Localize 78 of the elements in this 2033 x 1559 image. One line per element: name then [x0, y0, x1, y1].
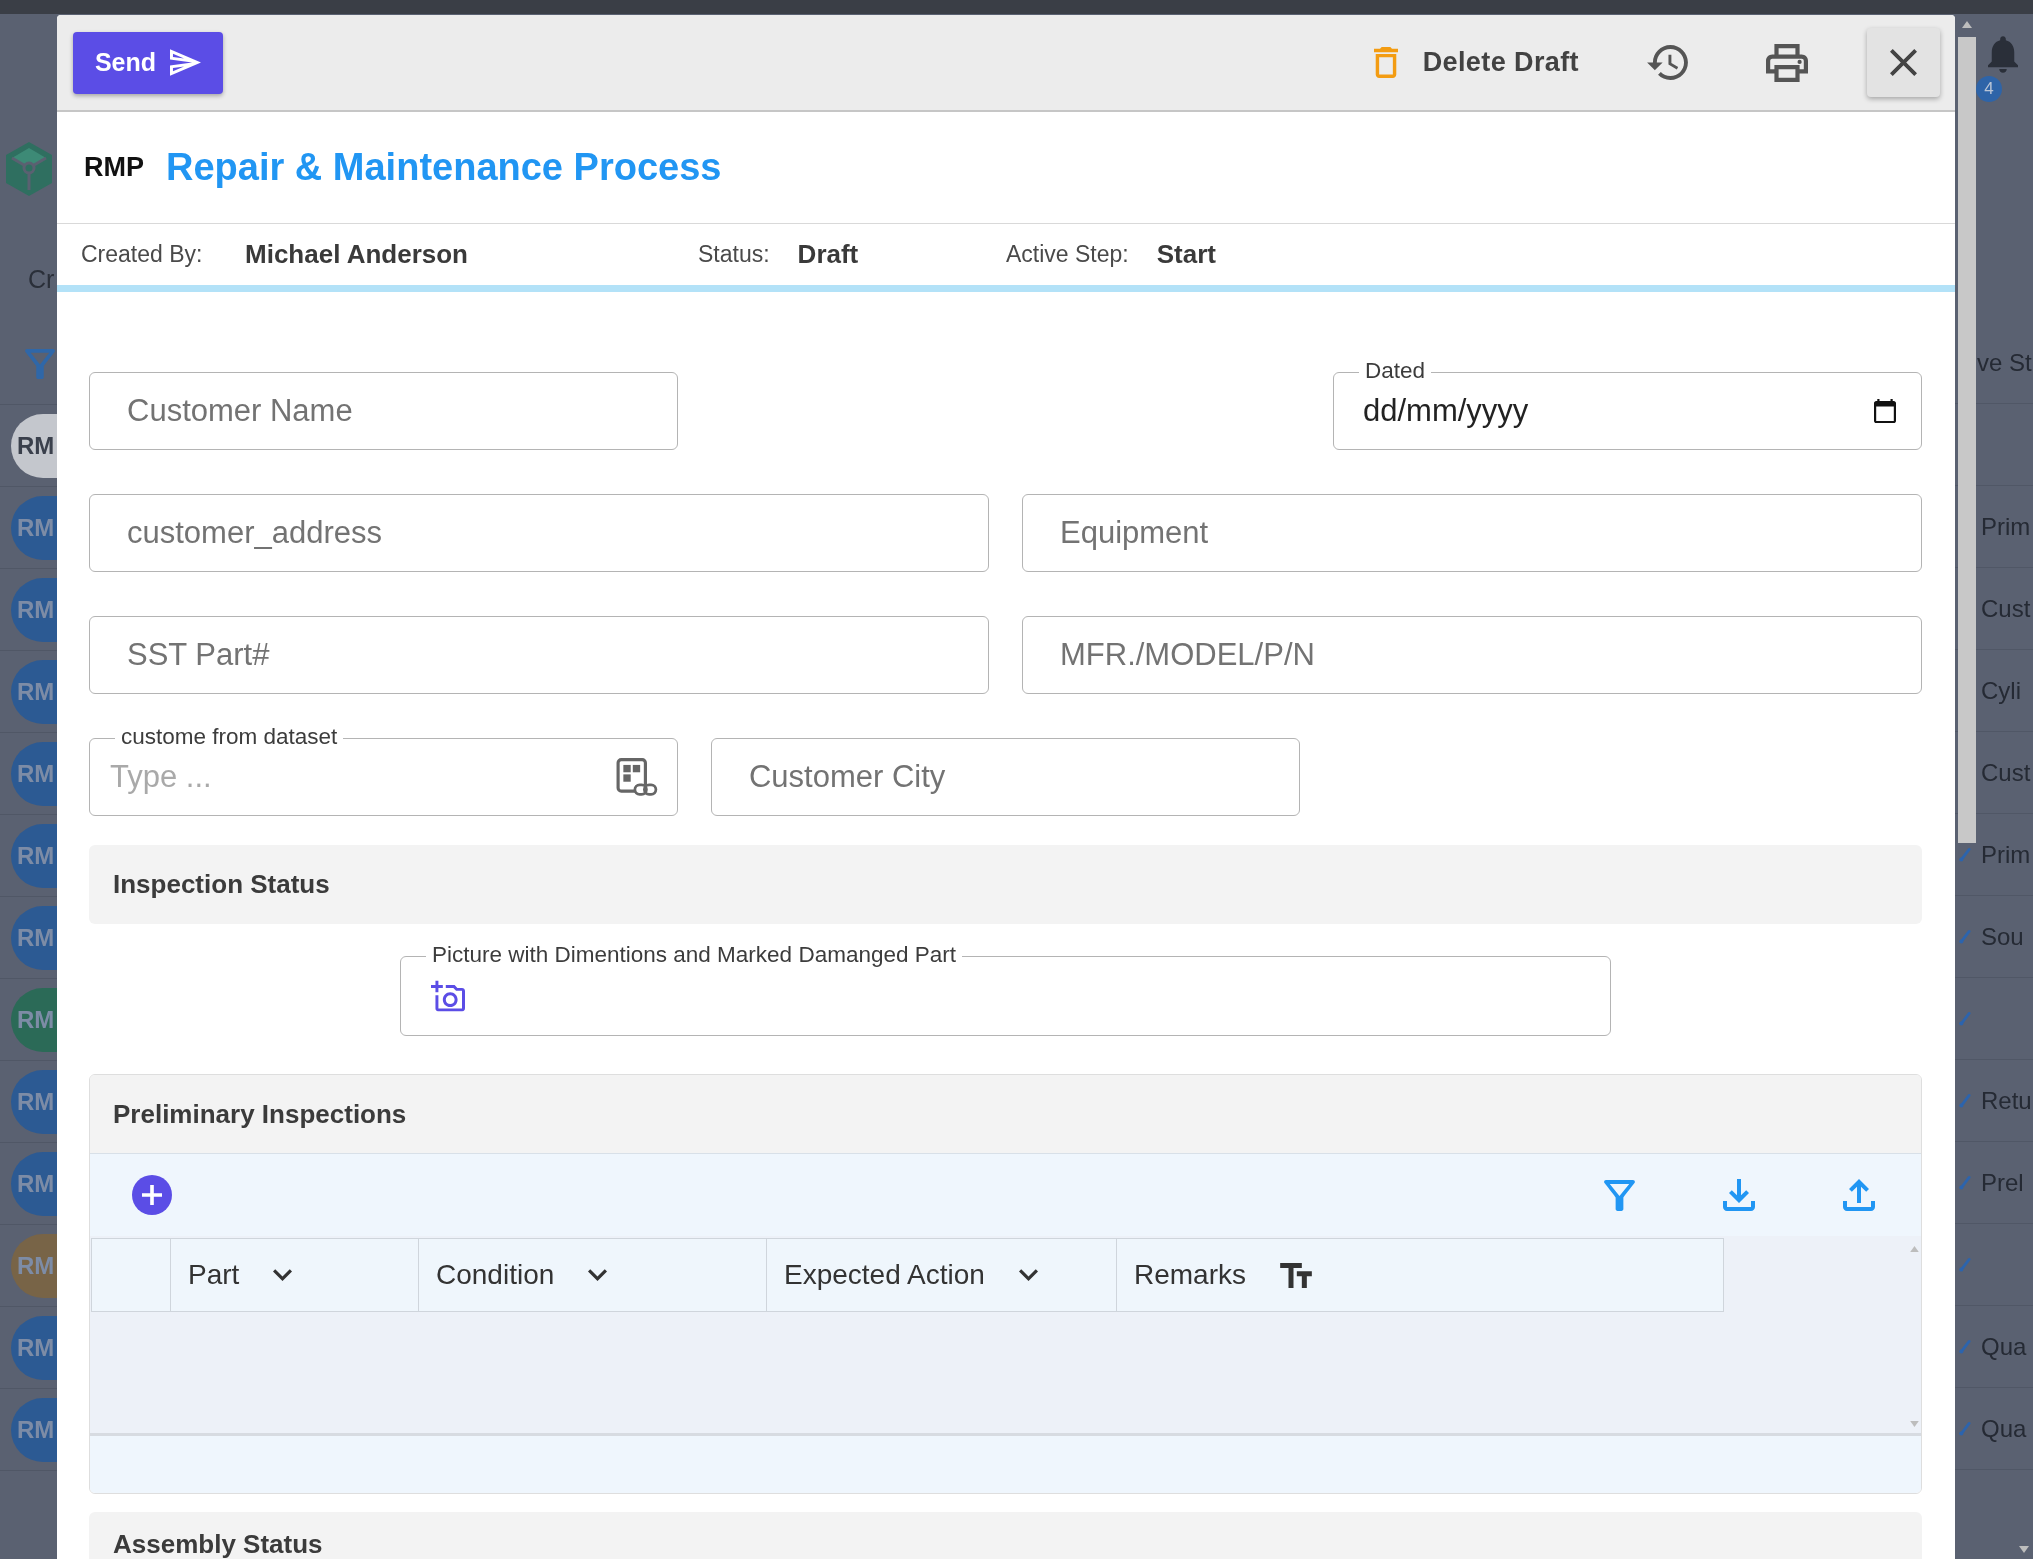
row-label: Sou [1981, 921, 2024, 952]
camera-icon[interactable] [431, 980, 465, 1012]
input-field[interactable]: Customer City [711, 738, 1300, 816]
row-label: Qua [1981, 1331, 2027, 1362]
download-icon[interactable] [1723, 1179, 1755, 1211]
cube-logo-icon [4, 140, 54, 198]
avatar[interactable]: RM [11, 1151, 57, 1216]
scrollbar-thumb[interactable] [1958, 37, 1976, 843]
info-value: Michael Anderson [245, 238, 468, 271]
delete-draft-button[interactable]: Delete Draft [1373, 42, 1579, 83]
bell-icon[interactable] [1988, 36, 2018, 73]
avatar[interactable]: RM [11, 987, 57, 1052]
avatar[interactable]: RM [11, 1315, 57, 1380]
column-label: Expected Action [784, 1258, 985, 1292]
process-code: RMP [84, 151, 144, 185]
calendar-icon[interactable] [1874, 398, 1896, 424]
plus-icon [142, 1185, 162, 1205]
avatar[interactable]: RM [11, 495, 57, 560]
table-link-icon[interactable] [616, 757, 658, 797]
avatar[interactable]: RM [11, 1233, 57, 1298]
info-label: Created By: [81, 240, 204, 270]
input-field[interactable]: customer_address [89, 494, 989, 572]
section-header: Assembly Status [89, 1512, 1922, 1559]
avatar[interactable]: RM [11, 905, 57, 970]
input-field[interactable]: Equipment [1022, 494, 1922, 572]
section-header: Inspection Status [89, 845, 1922, 924]
text-format-icon [1280, 1262, 1312, 1288]
row-label: Cust [1981, 757, 2031, 788]
row-label: Cyli [1981, 675, 2021, 706]
avatar[interactable]: RM [11, 1397, 57, 1462]
info-label: Status: [698, 240, 770, 270]
send-icon [170, 49, 202, 76]
row-label: Prim [1981, 839, 2031, 870]
close-icon [1890, 49, 1917, 76]
column-header[interactable]: Condition [419, 1238, 767, 1312]
history-icon[interactable] [1647, 45, 1688, 80]
input-field[interactable]: MFR./MODEL/P/N [1022, 616, 1922, 694]
chevron-down-icon[interactable] [588, 1269, 608, 1281]
scroll-up-icon[interactable] [1962, 21, 1972, 28]
scroll-down-icon[interactable] [1909, 1421, 1919, 1427]
upload-icon[interactable] [1843, 1179, 1875, 1211]
input-field[interactable]: SST Part# [89, 616, 989, 694]
chevron-down-icon[interactable] [1018, 1269, 1038, 1281]
info-value: Start [1156, 238, 1216, 271]
info-value: Draft [797, 238, 859, 271]
notification-badge: 4 [1976, 76, 2002, 102]
avatar[interactable]: RM [11, 413, 57, 478]
print-icon[interactable] [1766, 43, 1808, 82]
trash-icon [1373, 47, 1398, 78]
row-label: Cust [1981, 593, 2031, 624]
info-label: Active Step: [1006, 240, 1129, 270]
row-label: Qua [1981, 1413, 2027, 1444]
scroll-up-icon[interactable] [1909, 1246, 1919, 1252]
row-label: Retu [1981, 1085, 2032, 1116]
dialog-title: Repair & Maintenance Process [166, 145, 722, 190]
column-header: ve St [1977, 347, 2032, 378]
send-button[interactable]: Send [73, 31, 223, 94]
avatar[interactable]: RM [11, 823, 57, 888]
column-header[interactable]: Remarks [1117, 1238, 1724, 1312]
column-label: Condition [436, 1258, 555, 1292]
add-row-button[interactable] [132, 1175, 172, 1215]
sidebar-label: Cr [28, 264, 55, 295]
avatar[interactable]: RM [11, 659, 57, 724]
column-label: Part [188, 1258, 240, 1292]
avatar[interactable]: RM [11, 577, 57, 642]
column-header[interactable]: Expected Action [767, 1238, 1117, 1312]
filter-icon[interactable] [1604, 1179, 1635, 1211]
row-label: Prim [1981, 511, 2031, 542]
column-header[interactable]: Part [171, 1238, 419, 1312]
row-label: Prel [1981, 1167, 2024, 1198]
close-button[interactable] [1867, 28, 1940, 97]
input-field[interactable]: Customer Name [89, 372, 678, 450]
section-header: Preliminary Inspections [90, 1075, 1921, 1154]
avatar[interactable]: RM [11, 741, 57, 806]
chevron-down-icon[interactable] [273, 1269, 293, 1281]
scroll-down-icon[interactable] [2019, 1546, 2029, 1553]
column-label: Remarks [1134, 1258, 1246, 1292]
avatar[interactable]: RM [11, 1069, 57, 1134]
